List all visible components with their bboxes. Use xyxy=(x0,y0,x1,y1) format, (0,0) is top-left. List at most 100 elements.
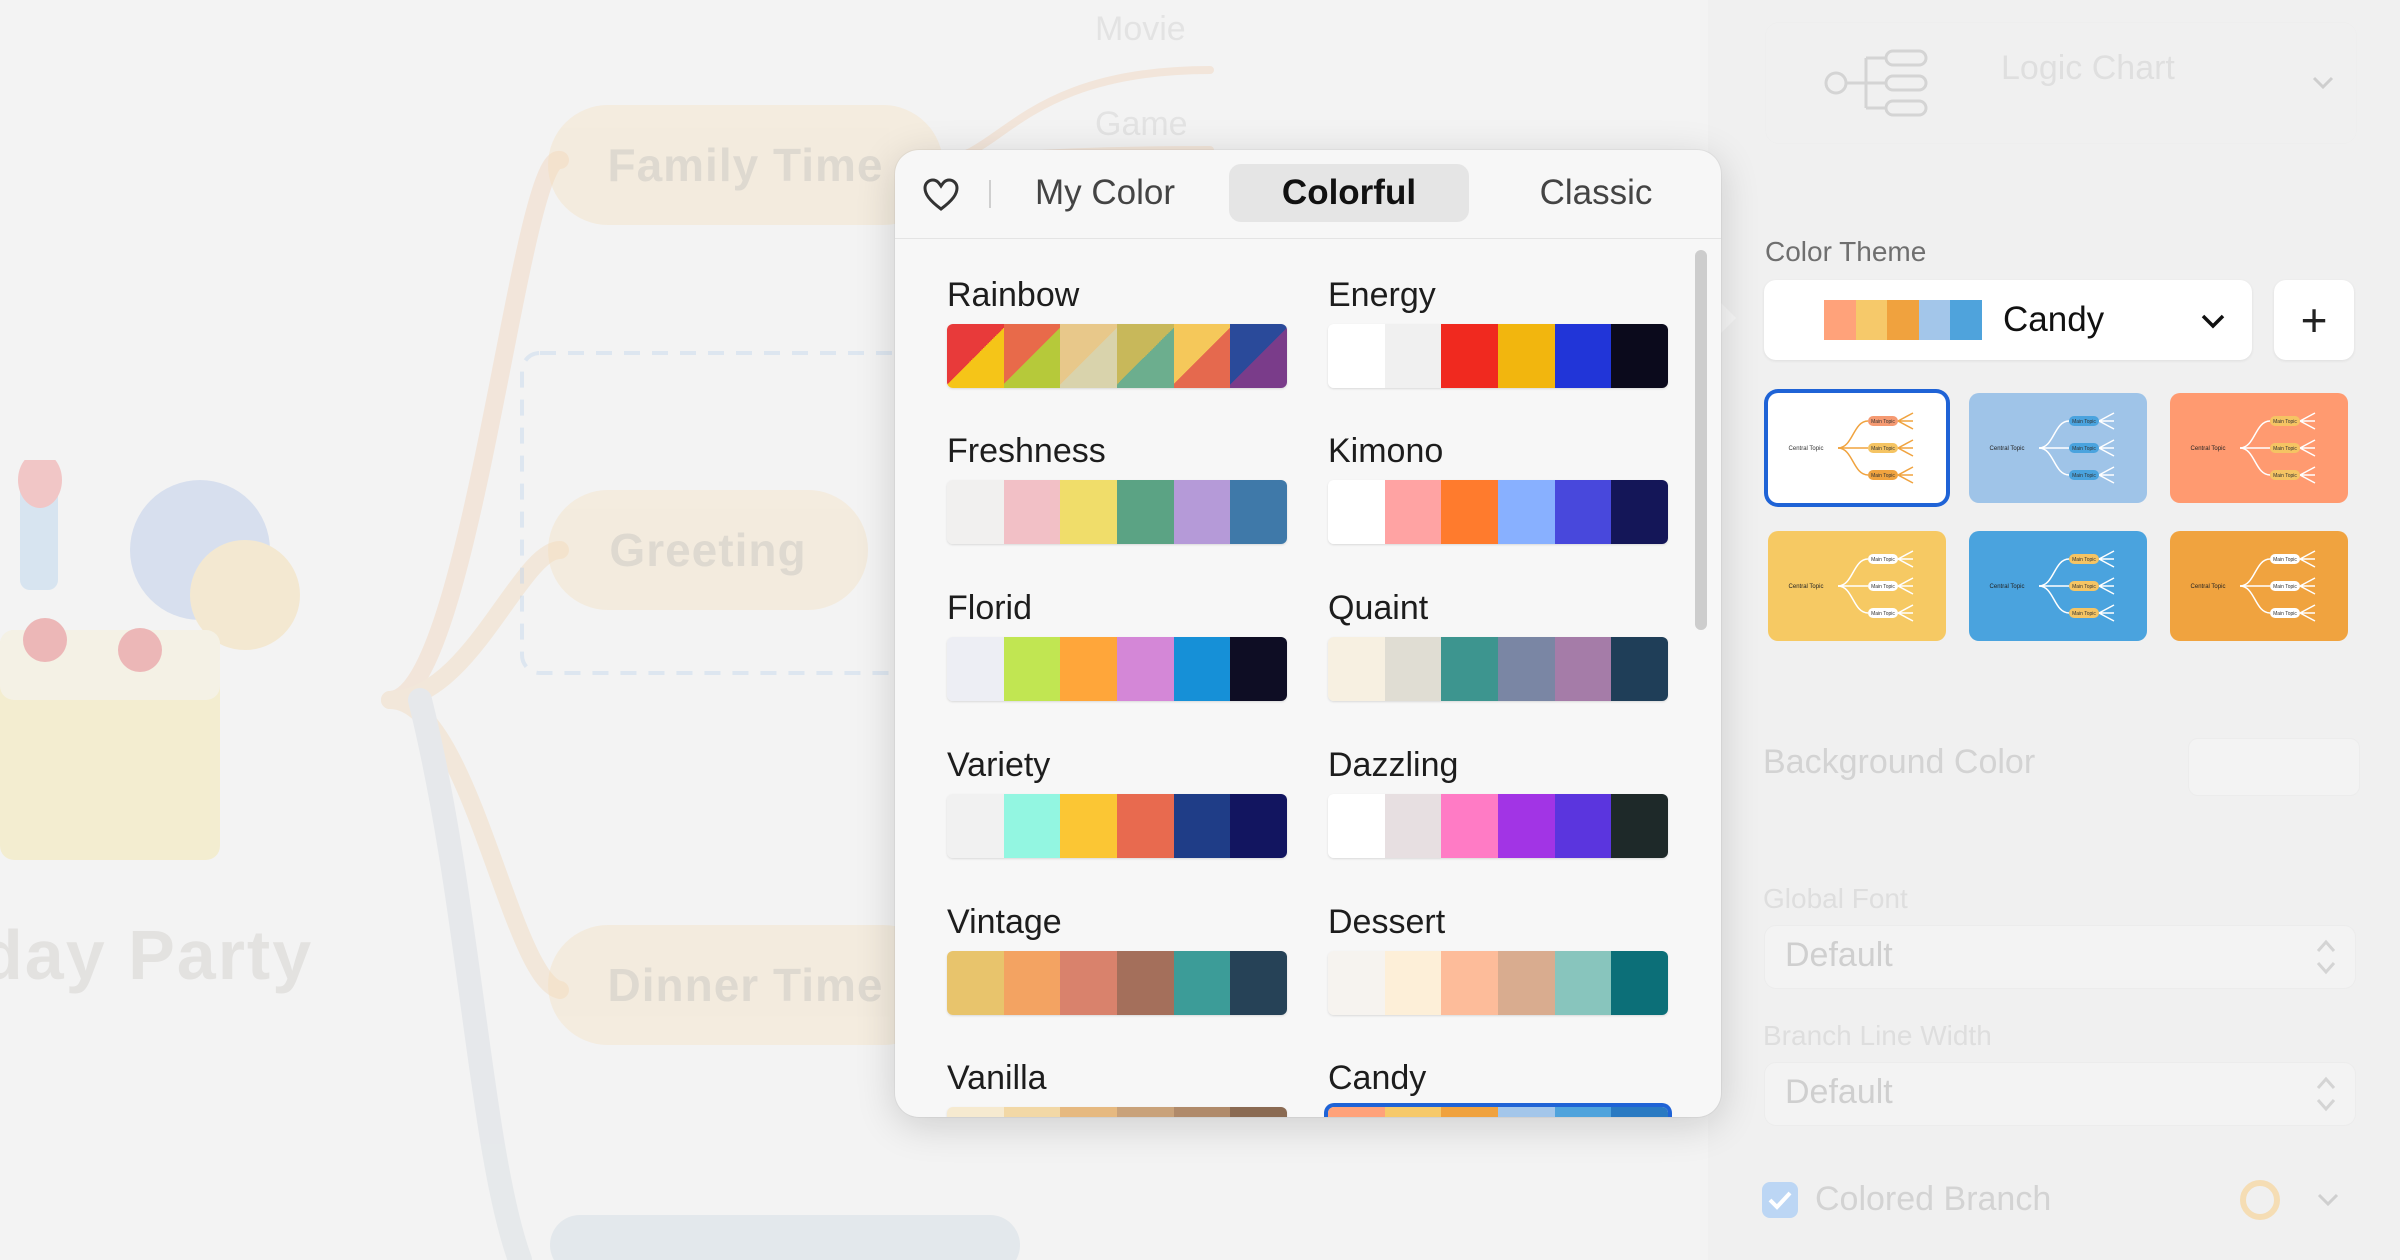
cake-illustration xyxy=(0,460,300,860)
theme-swatch xyxy=(1328,1107,1385,1117)
chevron-down-icon xyxy=(2201,314,2225,329)
theme-swatch xyxy=(1117,794,1174,858)
theme-thumbnail[interactable]: Main Topic Main Topic Main Topic Central To… xyxy=(1969,531,2147,641)
theme-option-vanilla[interactable]: Vanilla xyxy=(947,1059,1287,1117)
theme-option-freshness[interactable]: Freshness xyxy=(947,432,1287,544)
theme-list[interactable]: Rainbow Energy Freshness Kimono Florid Quaint… xyxy=(895,240,1721,1117)
theme-swatch xyxy=(1498,324,1555,388)
global-font-select[interactable]: Default xyxy=(1764,925,2356,989)
thumb-topic-text: Main Topic xyxy=(2273,446,2297,452)
theme-option-vintage[interactable]: Vintage xyxy=(947,903,1287,1015)
theme-swatch xyxy=(1498,951,1555,1015)
theme-swatch xyxy=(1173,324,1231,388)
theme-option-name: Variety xyxy=(947,746,1051,784)
theme-option-kimono[interactable]: Kimono xyxy=(1328,432,1668,544)
colored-branch-checkbox[interactable] xyxy=(1762,1182,1798,1218)
theme-option-dessert[interactable]: Dessert xyxy=(1328,903,1668,1015)
theme-swatch xyxy=(947,951,1004,1015)
theme-swatch xyxy=(1173,1107,1231,1117)
theme-thumbnail-preview: Main Topic Main Topic Main Topic Central To… xyxy=(1990,412,2115,484)
theme-swatch-strip xyxy=(1328,951,1668,1015)
theme-swatch xyxy=(1003,1107,1061,1117)
theme-swatch xyxy=(1441,951,1499,1015)
theme-thumbnail[interactable]: Main Topic Main Topic Main Topic Central To… xyxy=(1768,393,1946,503)
chevron-down-icon[interactable] xyxy=(2316,1192,2340,1208)
theme-option-name: Quaint xyxy=(1328,589,1429,627)
thumb-topic-text: Main Topic xyxy=(2072,611,2096,617)
central-topic-text[interactable]: day Party xyxy=(0,915,313,995)
tab-colorful[interactable]: Colorful xyxy=(1229,164,1469,222)
theme-swatch-strip xyxy=(947,794,1287,858)
node-family-time[interactable]: Family Time xyxy=(548,105,943,225)
add-theme-button[interactable]: + xyxy=(2274,280,2354,360)
theme-swatch xyxy=(1384,1107,1442,1117)
heart-icon[interactable] xyxy=(923,178,959,212)
thumb-topic-text: Main Topic xyxy=(2072,584,2096,590)
node-family-time-text: Family Time xyxy=(607,139,884,191)
color-theme-popover: My Color Colorful Classic Rainbow Energy F… xyxy=(895,150,1721,1117)
theme-swatch-strip xyxy=(1328,480,1668,544)
theme-swatch xyxy=(1554,794,1612,858)
theme-swatch xyxy=(1384,794,1442,858)
theme-option-florid[interactable]: Florid xyxy=(947,589,1287,701)
theme-option-name: Dazzling xyxy=(1328,746,1459,784)
theme-swatch xyxy=(1060,1107,1118,1117)
theme-swatch-strip xyxy=(1328,637,1668,701)
thumb-topic-text: Main Topic xyxy=(1871,584,1895,590)
theme-swatch xyxy=(1498,637,1555,701)
theme-list-scrollbar[interactable] xyxy=(1695,250,1707,630)
theme-swatch xyxy=(1498,794,1555,858)
theme-thumbnail[interactable]: Main Topic Main Topic Main Topic Central To… xyxy=(2170,531,2348,641)
theme-swatch xyxy=(1003,794,1061,858)
theme-swatch xyxy=(1384,480,1442,544)
theme-option-energy[interactable]: Energy xyxy=(1328,276,1668,388)
thumb-topic-text: Main Topic xyxy=(2273,557,2297,563)
theme-thumbnail-preview: Main Topic Main Topic Main Topic Central To… xyxy=(2191,412,2316,484)
thumb-topic-text: Main Topic xyxy=(2273,419,2297,425)
tab-classic[interactable]: Classic xyxy=(1491,164,1701,222)
branch-line-width-select[interactable]: Default xyxy=(1764,1062,2356,1126)
theme-swatch xyxy=(947,794,1004,858)
theme-strip-swatch xyxy=(1918,300,1951,340)
theme-swatch-strip xyxy=(1328,1107,1668,1117)
background-color-well[interactable] xyxy=(2188,738,2360,796)
node-dinner-time[interactable]: Dinner Time xyxy=(548,925,943,1045)
theme-option-name: Vintage xyxy=(947,903,1062,941)
theme-swatch xyxy=(1060,324,1118,388)
branch-color-picker-icon[interactable] xyxy=(2240,1180,2280,1220)
tab-my-color[interactable]: My Color xyxy=(1005,164,1205,222)
background-color-label: Background Color xyxy=(1763,743,2036,781)
theme-swatch xyxy=(1173,480,1231,544)
thumb-topic-text: Main Topic xyxy=(1871,446,1895,452)
theme-option-name: Energy xyxy=(1328,276,1436,314)
theme-swatch xyxy=(1328,324,1385,388)
layout-select[interactable]: Logic Chart xyxy=(1765,22,2357,144)
theme-swatch xyxy=(1173,951,1231,1015)
theme-thumbnail[interactable]: Main Topic Main Topic Main Topic Central To… xyxy=(1768,531,1946,641)
theme-thumbnail[interactable]: Main Topic Main Topic Main Topic Central To… xyxy=(2170,393,2348,503)
theme-swatch xyxy=(1611,637,1668,701)
theme-thumbnail[interactable]: Main Topic Main Topic Main Topic Central To… xyxy=(1969,393,2147,503)
theme-swatch xyxy=(1230,951,1287,1015)
thumb-center-text: Central Topic xyxy=(1789,584,1824,590)
stepper-icon xyxy=(2316,939,2336,975)
color-theme-select[interactable]: Candy xyxy=(1764,280,2252,360)
theme-swatch xyxy=(1441,1107,1499,1117)
theme-swatch xyxy=(1384,324,1442,388)
theme-option-quaint[interactable]: Quaint xyxy=(1328,589,1668,701)
theme-swatch-strip xyxy=(947,480,1287,544)
theme-swatch-strip xyxy=(1328,794,1668,858)
theme-option-candy[interactable]: Candy xyxy=(1328,1059,1668,1117)
theme-thumbnail-preview: Main Topic Main Topic Main Topic Central To… xyxy=(2191,550,2316,622)
theme-option-dazzling[interactable]: Dazzling xyxy=(1328,746,1668,858)
thumb-topic-text: Main Topic xyxy=(2072,557,2096,563)
theme-option-variety[interactable]: Variety xyxy=(947,746,1287,858)
colored-branch-label: Colored Branch xyxy=(1815,1180,2052,1218)
theme-swatch xyxy=(1611,794,1668,858)
node-greeting[interactable]: Greeting xyxy=(548,490,868,610)
theme-swatch xyxy=(1003,637,1061,701)
theme-swatch xyxy=(1328,951,1385,1015)
thumb-topic-text: Main Topic xyxy=(1871,557,1895,563)
theme-swatch xyxy=(1554,480,1612,544)
theme-option-rainbow[interactable]: Rainbow xyxy=(947,276,1287,388)
